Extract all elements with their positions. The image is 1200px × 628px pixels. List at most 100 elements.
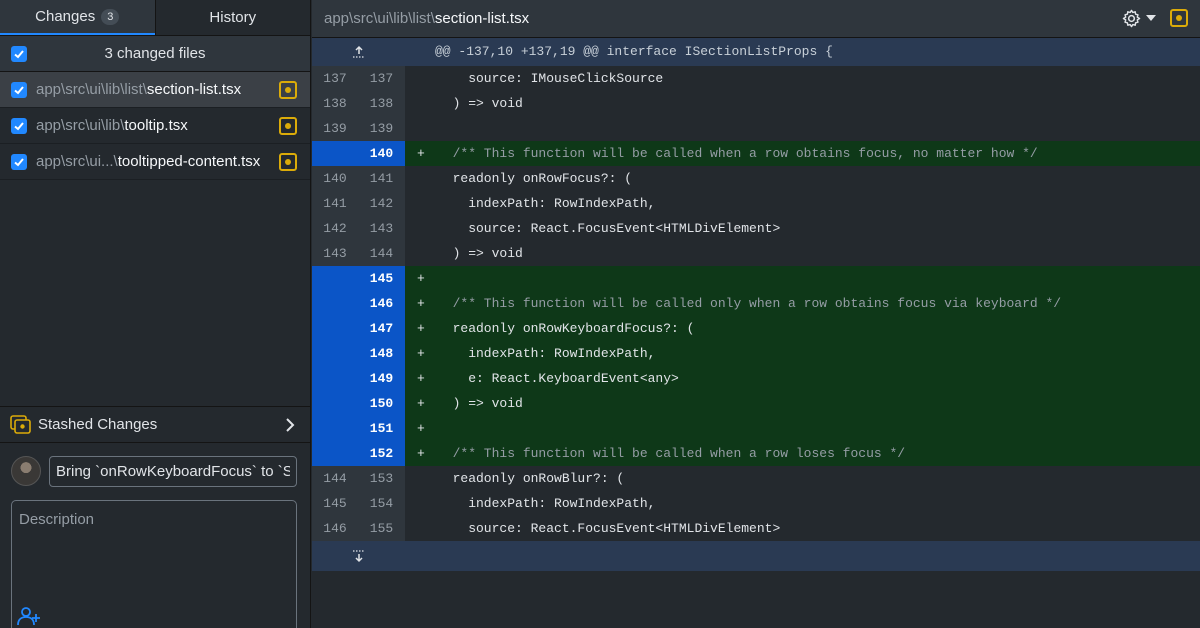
changed-files-header: 3 changed files	[0, 36, 310, 72]
code-text: + indexPath: RowIndexPath,	[405, 341, 1200, 366]
diff-lines: 137 137 source: IMouseClickSource 138 138 )…	[312, 66, 1200, 541]
diff-line-added[interactable]: 150 + ) => void	[312, 391, 1200, 416]
checkmark-icon	[14, 85, 24, 94]
new-line-number: 147	[358, 316, 405, 341]
file-checkbox[interactable]	[11, 81, 27, 98]
select-all-checkbox[interactable]	[11, 45, 27, 62]
diff-header: app\src\ui\lib\list\section-list.tsx	[312, 0, 1200, 38]
diff-filler	[405, 541, 1200, 571]
diff-line-context[interactable]: 138 138 ) => void	[312, 91, 1200, 116]
code-text: indexPath: RowIndexPath,	[405, 191, 1200, 216]
diff-line-context[interactable]: 146 155 source: React.FocusEvent<HTMLDivE…	[312, 516, 1200, 541]
diff-line-added[interactable]: 152 + /** This function will be called wh…	[312, 441, 1200, 466]
old-line-number: 142	[312, 216, 358, 241]
code-content: ) => void	[437, 96, 523, 111]
old-line-number: 145	[312, 491, 358, 516]
new-line-number: 143	[358, 216, 405, 241]
diff-line-added[interactable]: 147 + readonly onRowKeyboardFocus?: (	[312, 316, 1200, 341]
expand-down-row	[312, 541, 1200, 571]
diff-line-context[interactable]: 142 143 source: React.FocusEvent<HTMLDivE…	[312, 216, 1200, 241]
file-row[interactable]: app\src\ui\lib\tooltip.tsx	[0, 108, 310, 144]
add-coauthor-icon[interactable]	[17, 606, 41, 626]
code-text: +	[405, 266, 1200, 291]
old-line-number	[312, 391, 358, 416]
code-text: + /** This function will be called when …	[405, 141, 1200, 166]
diff-line-context[interactable]: 140 141 readonly onRowFocus?: (	[312, 166, 1200, 191]
old-line-number: 146	[312, 516, 358, 541]
code-content: indexPath: RowIndexPath,	[437, 196, 656, 211]
code-content: /** This function will be called only wh…	[437, 296, 1062, 311]
tab-history-label: History	[209, 9, 257, 26]
commit-area	[0, 444, 310, 628]
tab-bar: Changes 3 History	[0, 0, 310, 36]
expand-down-button[interactable]	[312, 541, 405, 571]
code-text: + e: React.KeyboardEvent<any>	[405, 366, 1200, 391]
code-content: ) => void	[437, 396, 523, 411]
new-line-number: 139	[358, 116, 405, 141]
new-line-number: 154	[358, 491, 405, 516]
old-line-number: 137	[312, 66, 358, 91]
checkmark-icon	[14, 157, 24, 166]
new-line-number: 150	[358, 391, 405, 416]
file-row[interactable]: app\src\ui\lib\list\section-list.tsx	[0, 72, 310, 108]
new-line-number: 137	[358, 66, 405, 91]
diff-line-context[interactable]: 144 153 readonly onRowBlur?: (	[312, 466, 1200, 491]
diff-line-added[interactable]: 140 + /** This function will be called wh…	[312, 141, 1200, 166]
old-line-number	[312, 341, 358, 366]
added-marker: +	[417, 321, 425, 336]
added-marker: +	[417, 146, 425, 161]
diff-line-context[interactable]: 139 139	[312, 116, 1200, 141]
diff-line-added[interactable]: 148 + indexPath: RowIndexPath,	[312, 341, 1200, 366]
file-row[interactable]: app\src\ui...\tooltipped-content.tsx	[0, 144, 310, 180]
stashed-changes-row[interactable]: Stashed Changes	[0, 406, 310, 443]
diff-line-context[interactable]: 145 154 indexPath: RowIndexPath,	[312, 491, 1200, 516]
file-dir: app\src\ui...\	[36, 153, 118, 170]
added-marker: +	[417, 421, 425, 436]
stashed-changes-label: Stashed Changes	[38, 416, 158, 433]
diff-line-added[interactable]: 145 +	[312, 266, 1200, 291]
code-content: indexPath: RowIndexPath,	[437, 346, 656, 361]
old-line-number	[312, 316, 358, 341]
diff-line-added[interactable]: 151 +	[312, 416, 1200, 441]
old-line-number: 143	[312, 241, 358, 266]
expand-up-button[interactable]	[312, 38, 405, 66]
commit-description-input[interactable]	[11, 500, 297, 628]
code-text: + /** This function will be called when …	[405, 441, 1200, 466]
file-checkbox[interactable]	[11, 153, 27, 170]
code-text: source: React.FocusEvent<HTMLDivElement>	[405, 216, 1200, 241]
old-line-number: 139	[312, 116, 358, 141]
new-line-number: 148	[358, 341, 405, 366]
changes-count-badge: 3	[101, 8, 120, 25]
code-content: indexPath: RowIndexPath,	[437, 496, 656, 511]
diff-line-added[interactable]: 146 + /** This function will be called on…	[312, 291, 1200, 316]
new-line-number: 155	[358, 516, 405, 541]
file-dir: app\src\ui\lib\list\	[36, 81, 147, 98]
code-text: source: React.FocusEvent<HTMLDivElement>	[405, 516, 1200, 541]
diff-pane: app\src\ui\lib\list\section-list.tsx @@ …	[312, 0, 1200, 628]
code-content: ) => void	[437, 246, 523, 261]
code-text: ) => void	[405, 91, 1200, 116]
file-checkbox[interactable]	[11, 117, 27, 134]
code-text: +	[405, 416, 1200, 441]
file-path: app\src\ui...\tooltipped-content.tsx	[36, 153, 279, 170]
file-name: tooltipped-content.tsx	[117, 153, 261, 170]
added-marker: +	[417, 446, 425, 461]
tab-history[interactable]: History	[154, 0, 311, 35]
diff-line-context[interactable]: 141 142 indexPath: RowIndexPath,	[312, 191, 1200, 216]
tab-changes[interactable]: Changes 3	[0, 0, 155, 35]
diff-line-context[interactable]: 143 144 ) => void	[312, 241, 1200, 266]
diff-line-context[interactable]: 137 137 source: IMouseClickSource	[312, 66, 1200, 91]
file-path: app\src\ui\lib\tooltip.tsx	[36, 117, 279, 134]
diff-line-added[interactable]: 149 + e: React.KeyboardEvent<any>	[312, 366, 1200, 391]
old-line-number: 140	[312, 166, 358, 191]
code-content: /** This function will be called when a …	[437, 146, 1038, 161]
caret-down-icon	[1146, 15, 1156, 21]
added-marker: +	[417, 296, 425, 311]
added-marker: +	[417, 371, 425, 386]
hunk-header-row: @@ -137,10 +137,19 @@ interface ISection…	[312, 38, 1200, 66]
file-path: app\src\ui\lib\list\section-list.tsx	[36, 81, 279, 98]
diff-options-button[interactable]	[1122, 8, 1156, 28]
file-name: section-list.tsx	[146, 81, 242, 98]
commit-summary-input[interactable]	[49, 456, 297, 487]
added-marker: +	[417, 271, 425, 286]
